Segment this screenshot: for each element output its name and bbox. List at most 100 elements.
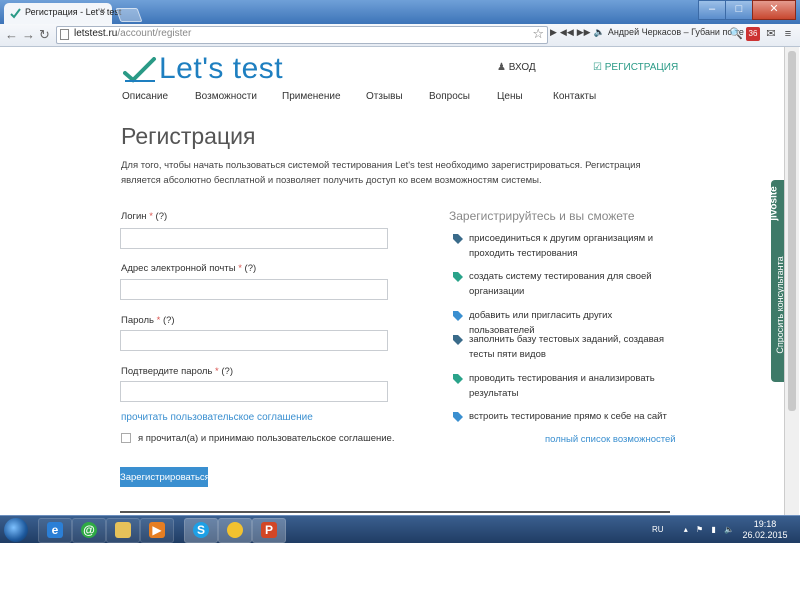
logo-text: Let's test	[159, 52, 284, 85]
play-icon[interactable]: ▶	[550, 27, 557, 37]
login-label: ВХОД	[508, 62, 536, 73]
agree-checkbox-label: я прочитал(а) и принимаю пользовательско…	[138, 433, 395, 444]
window-controls: – □ ✕	[698, 0, 796, 20]
reload-icon[interactable]: ↻	[39, 27, 50, 43]
register-submit-button[interactable]: Зарегистрироваться	[120, 467, 210, 487]
url-text: letstest.ru/account/register	[74, 28, 191, 39]
tag-icon	[453, 412, 463, 422]
bookmark-star-icon[interactable]: ☆	[532, 26, 544, 42]
required-mark: *	[149, 211, 153, 222]
menu-item-usage[interactable]: Применение	[282, 91, 341, 102]
extension-icon[interactable]: ✉	[764, 27, 778, 41]
site-favicon-icon	[10, 8, 21, 19]
skype-icon: S	[193, 522, 209, 538]
media-extension[interactable]: ▶ ◀◀ ▶▶ 🔈 Андрей Черкасов – Губани по те	[550, 27, 744, 38]
taskbar-powerpoint[interactable]: P	[252, 518, 286, 543]
register-link[interactable]: ☑ РЕГИСТРАЦИЯ	[593, 62, 678, 73]
benefit-text: создать систему тестирования для своей о…	[469, 271, 652, 297]
menu-item-description[interactable]: Описание	[122, 91, 168, 102]
logo-check-icon	[123, 57, 156, 83]
browser-tab[interactable]: Регистрация - Let's test ×	[4, 3, 121, 24]
new-tab-button[interactable]	[115, 8, 143, 22]
taskbar-messenger[interactable]: @	[72, 518, 106, 543]
tag-icon	[453, 335, 463, 345]
taskbar-ie[interactable]: e	[38, 518, 72, 543]
menu-icon[interactable]: ≡	[781, 27, 795, 41]
required-mark: *	[156, 315, 161, 326]
password-label-text: Пароль	[121, 315, 154, 326]
taskbar-chrome[interactable]	[218, 518, 252, 543]
page-title: Регистрация	[121, 123, 256, 149]
tray-arrow-icon[interactable]: ▴	[684, 525, 688, 534]
user-icon: ♟	[497, 62, 506, 73]
email-input[interactable]	[120, 279, 388, 300]
benefits-title: Зарегистрируйтесь и вы сможете	[449, 209, 635, 223]
back-arrow-icon[interactable]: ←	[5, 27, 18, 43]
url-host: letstest.ru	[74, 28, 118, 39]
powerpoint-icon: P	[261, 522, 277, 538]
language-indicator[interactable]: RU	[652, 525, 664, 534]
taskbar-explorer[interactable]	[106, 518, 140, 543]
required-mark: *	[238, 263, 242, 274]
start-button[interactable]	[4, 518, 28, 542]
scrollbar-thumb[interactable]	[788, 51, 796, 411]
confirm-password-input[interactable]	[120, 381, 388, 402]
volume-tray-icon[interactable]: 🔈	[724, 525, 734, 534]
clock-time: 19:18	[753, 519, 777, 529]
help-icon[interactable]: (?)	[245, 263, 257, 274]
taskbar-skype[interactable]: S	[184, 518, 218, 543]
tab-title: Регистрация - Let's test	[25, 7, 122, 17]
tag-icon	[453, 272, 463, 282]
browser-window: Регистрация - Let's test × – □ ✕ ← → ↻ l…	[0, 0, 800, 543]
extension-badge[interactable]: 36	[746, 27, 760, 41]
agreement-link[interactable]: прочитать пользовательское соглашение	[121, 412, 313, 423]
menu-item-prices[interactable]: Цены	[497, 91, 523, 102]
media-player-icon: ▶	[149, 522, 165, 538]
search-icon[interactable]: 🔍	[729, 27, 743, 41]
maximize-button[interactable]: □	[725, 0, 752, 20]
password-input[interactable]	[120, 330, 388, 351]
tag-icon	[453, 234, 463, 244]
volume-icon[interactable]: 🔈	[594, 27, 605, 37]
system-clock[interactable]: 19:18 26.02.2015	[738, 519, 792, 541]
next-track-icon[interactable]: ▶▶	[577, 27, 591, 37]
benefit-text: проводить тестирования и анализировать р…	[469, 373, 655, 399]
menu-item-contacts[interactable]: Контакты	[553, 91, 596, 102]
all-features-link[interactable]: полный список возможностей	[545, 434, 676, 445]
benefit-text: присоединиться к другим организациям и п…	[469, 233, 654, 259]
previous-track-icon[interactable]: ◀◀	[560, 27, 574, 37]
close-window-button[interactable]: ✕	[752, 0, 796, 20]
confirm-password-label: Подтвердите пароль * (?)	[121, 366, 233, 377]
confirm-label-text: Подтвердите пароль	[121, 366, 213, 377]
chrome-icon	[227, 522, 243, 538]
menu-item-features[interactable]: Возможности	[195, 91, 257, 102]
agree-checkbox[interactable]	[121, 433, 131, 443]
help-icon[interactable]: (?)	[163, 315, 175, 326]
tag-icon	[453, 311, 463, 321]
internet-explorer-icon: e	[47, 522, 63, 538]
address-bar[interactable]: letstest.ru/account/register ☆	[56, 26, 548, 44]
footer-divider	[120, 511, 670, 513]
browser-toolbar: ← → ↻ letstest.ru/account/register ☆ ▶ ◀◀…	[0, 24, 800, 47]
vertical-scrollbar[interactable]	[784, 47, 799, 515]
network-icon[interactable]: ▮	[711, 525, 715, 534]
checkbox-edit-icon: ☑	[593, 62, 602, 73]
login-input[interactable]	[120, 228, 388, 249]
web-page: Let's test ♟ ВХОД ☑ РЕГИСТРАЦИЯ Описание…	[0, 47, 783, 515]
tab-close-icon[interactable]: ×	[100, 6, 106, 17]
minimize-button[interactable]: –	[698, 0, 725, 20]
forward-arrow-icon[interactable]: →	[22, 27, 35, 43]
help-icon[interactable]: (?)	[221, 366, 233, 377]
flag-icon[interactable]: ⚑	[696, 525, 703, 534]
windows-taskbar: e @ ▶ S P RU ▴ ⚑ ▮ 🔈 19:18 26.02.2015	[0, 515, 800, 543]
help-icon[interactable]: (?)	[156, 211, 168, 222]
menu-item-questions[interactable]: Вопросы	[429, 91, 470, 102]
login-link[interactable]: ♟ ВХОД	[497, 62, 536, 73]
email-label: Адрес электронной почты * (?)	[121, 263, 256, 274]
tag-icon	[453, 374, 463, 384]
system-tray: RU ▴ ⚑ ▮ 🔈	[652, 525, 734, 534]
benefit-text: встроить тестирование прямо к себе на са…	[469, 411, 667, 422]
menu-item-reviews[interactable]: Отзывы	[366, 91, 403, 102]
taskbar-media-player[interactable]: ▶	[140, 518, 174, 543]
email-label-text: Адрес электронной почты	[121, 263, 236, 274]
